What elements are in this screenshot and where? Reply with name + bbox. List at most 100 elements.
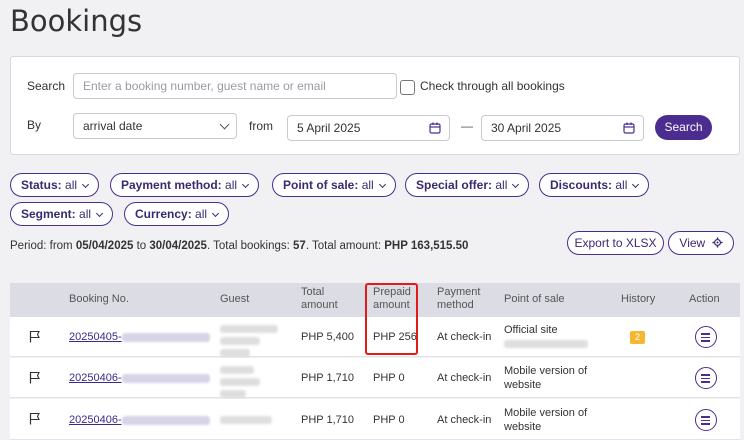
col-total-amount-line1: Total: [301, 286, 325, 298]
filter-status[interactable]: Status: all: [10, 173, 100, 197]
col-booking-no[interactable]: Booking No.: [69, 293, 129, 306]
view-label: View: [679, 236, 706, 250]
booking-number-link[interactable]: 20250406-: [69, 371, 210, 385]
row-actions-menu-icon[interactable]: [695, 326, 717, 348]
col-payment-method[interactable]: Payment method: [437, 286, 480, 312]
col-action: Action: [689, 293, 720, 305]
booking-number: 20250405-: [69, 331, 122, 343]
redacted-text: [121, 415, 210, 425]
booking-number: 20250406-: [69, 372, 122, 384]
payment-method: At check-in: [437, 331, 492, 343]
prepaid-amount: PHP 0: [373, 372, 405, 384]
filter-segment[interactable]: Segment: all: [10, 202, 114, 226]
filter-name: Payment method:: [121, 178, 222, 192]
total-amount: PHP 5,400: [301, 331, 355, 343]
total-amount: PHP 1,710: [301, 414, 355, 426]
flag-icon[interactable]: [29, 330, 41, 343]
filter-name: Segment:: [21, 207, 76, 221]
prepaid-amount: PHP 0: [373, 414, 405, 426]
filter-value: all: [195, 207, 208, 221]
filter-value: all: [615, 178, 628, 192]
page-title: Bookings: [10, 4, 143, 38]
booking-number: 20250406-: [69, 414, 122, 426]
filter-name: Status:: [21, 178, 62, 192]
flag-icon[interactable]: [29, 412, 41, 425]
filter-value: all: [65, 178, 78, 192]
view-button[interactable]: View: [668, 231, 734, 255]
calendar-icon: [623, 122, 635, 134]
point-of-sale: Official site: [504, 324, 558, 336]
flag-icon[interactable]: [29, 371, 41, 384]
total-amount-label: . Total amount:: [305, 240, 385, 252]
from-label: from: [249, 119, 273, 133]
search-input[interactable]: Enter a booking number, guest name or em…: [73, 73, 397, 99]
chevron-down-icon: [212, 209, 220, 218]
period-from: 05/04/2025: [75, 240, 134, 252]
check-all-label: Check through all bookings: [420, 79, 565, 93]
by-select-value: arrival date: [83, 119, 143, 133]
date-to-field[interactable]: 30 April 2025: [481, 115, 644, 141]
point-of-sale-line1: Mobile version of: [504, 407, 588, 419]
redacted-text: [121, 373, 210, 383]
col-total-amount[interactable]: Total amount: [301, 286, 338, 312]
search-button[interactable]: Search: [655, 115, 712, 140]
filter-payment-method[interactable]: Payment method: all: [110, 173, 260, 197]
chevron-down-icon: [378, 180, 386, 189]
guest-name-redacted: [220, 416, 272, 424]
total-amount: PHP 163,515.50: [384, 240, 469, 252]
filter-value: all: [225, 178, 238, 192]
total-amount: PHP 1,710: [301, 372, 355, 384]
by-label: By: [27, 118, 42, 132]
date-from-value: 5 April 2025: [297, 121, 361, 135]
filter-name: Currency:: [135, 207, 192, 221]
filter-name: Discounts:: [550, 178, 613, 192]
period-to: 30/04/2025: [149, 240, 207, 252]
filter-special-offer[interactable]: Special offer: all: [405, 173, 530, 197]
filter-name: Point of sale:: [283, 178, 359, 192]
chevron-down-icon: [219, 119, 230, 130]
filter-point-of-sale[interactable]: Point of sale: all: [272, 173, 396, 197]
col-payment-method-line2: method: [437, 299, 474, 311]
date-from-field[interactable]: 5 April 2025: [287, 115, 450, 141]
search-label: Search: [27, 79, 66, 93]
history-badge[interactable]: 2: [630, 331, 645, 344]
payment-method: At check-in: [437, 414, 492, 426]
chevron-down-icon: [242, 180, 250, 189]
row-actions-menu-icon[interactable]: [695, 367, 717, 389]
chevron-down-icon: [632, 180, 640, 189]
filter-value: all: [361, 178, 374, 192]
payment-method: At check-in: [437, 372, 492, 384]
guest-name-redacted: [220, 325, 278, 357]
total-bookings-label: . Total bookings:: [206, 240, 294, 252]
guest-name-redacted: [220, 366, 260, 398]
table-row: 20250406- PHP 1,710 PHP 0 At check-in Mo…: [10, 399, 740, 440]
booking-number-link[interactable]: 20250406-: [69, 413, 210, 427]
export-xlsx-button[interactable]: Export to XLSX: [567, 231, 664, 255]
chevron-down-icon: [96, 209, 104, 218]
calendar-icon: [429, 122, 441, 134]
filter-value: all: [79, 207, 92, 221]
point-of-sale-line1: Mobile version of: [504, 365, 588, 377]
col-point-of-sale[interactable]: Point of sale: [504, 293, 565, 306]
period-summary: Period: from 05/04/2025 to 30/04/2025. T…: [10, 240, 468, 252]
col-total-amount-line2: amount: [301, 299, 338, 311]
col-guest[interactable]: Guest: [220, 293, 249, 306]
col-history: History: [621, 293, 656, 305]
col-payment-method-line1: Payment: [437, 286, 481, 298]
row-actions-menu-icon[interactable]: [695, 409, 717, 431]
prepaid-amount-highlight: [365, 283, 418, 355]
point-of-sale-redacted: [504, 340, 588, 348]
date-range-dash: —: [461, 119, 473, 133]
date-to-value: 30 April 2025: [491, 121, 562, 135]
redacted-text: [121, 332, 210, 342]
table-row: 20250406- PHP 1,710 PHP 0 At check-in Mo…: [10, 358, 740, 398]
chevron-down-icon: [81, 180, 90, 189]
filter-currency[interactable]: Currency: all: [124, 202, 230, 226]
filter-discounts[interactable]: Discounts: all: [539, 173, 650, 197]
point-of-sale-line2: website: [504, 379, 542, 391]
check-all-checkbox[interactable]: [400, 80, 415, 95]
point-of-sale-line2: website: [504, 421, 542, 433]
booking-number-link[interactable]: 20250405-: [69, 330, 210, 344]
total-bookings: 57: [293, 240, 306, 252]
by-select[interactable]: arrival date: [73, 113, 237, 139]
